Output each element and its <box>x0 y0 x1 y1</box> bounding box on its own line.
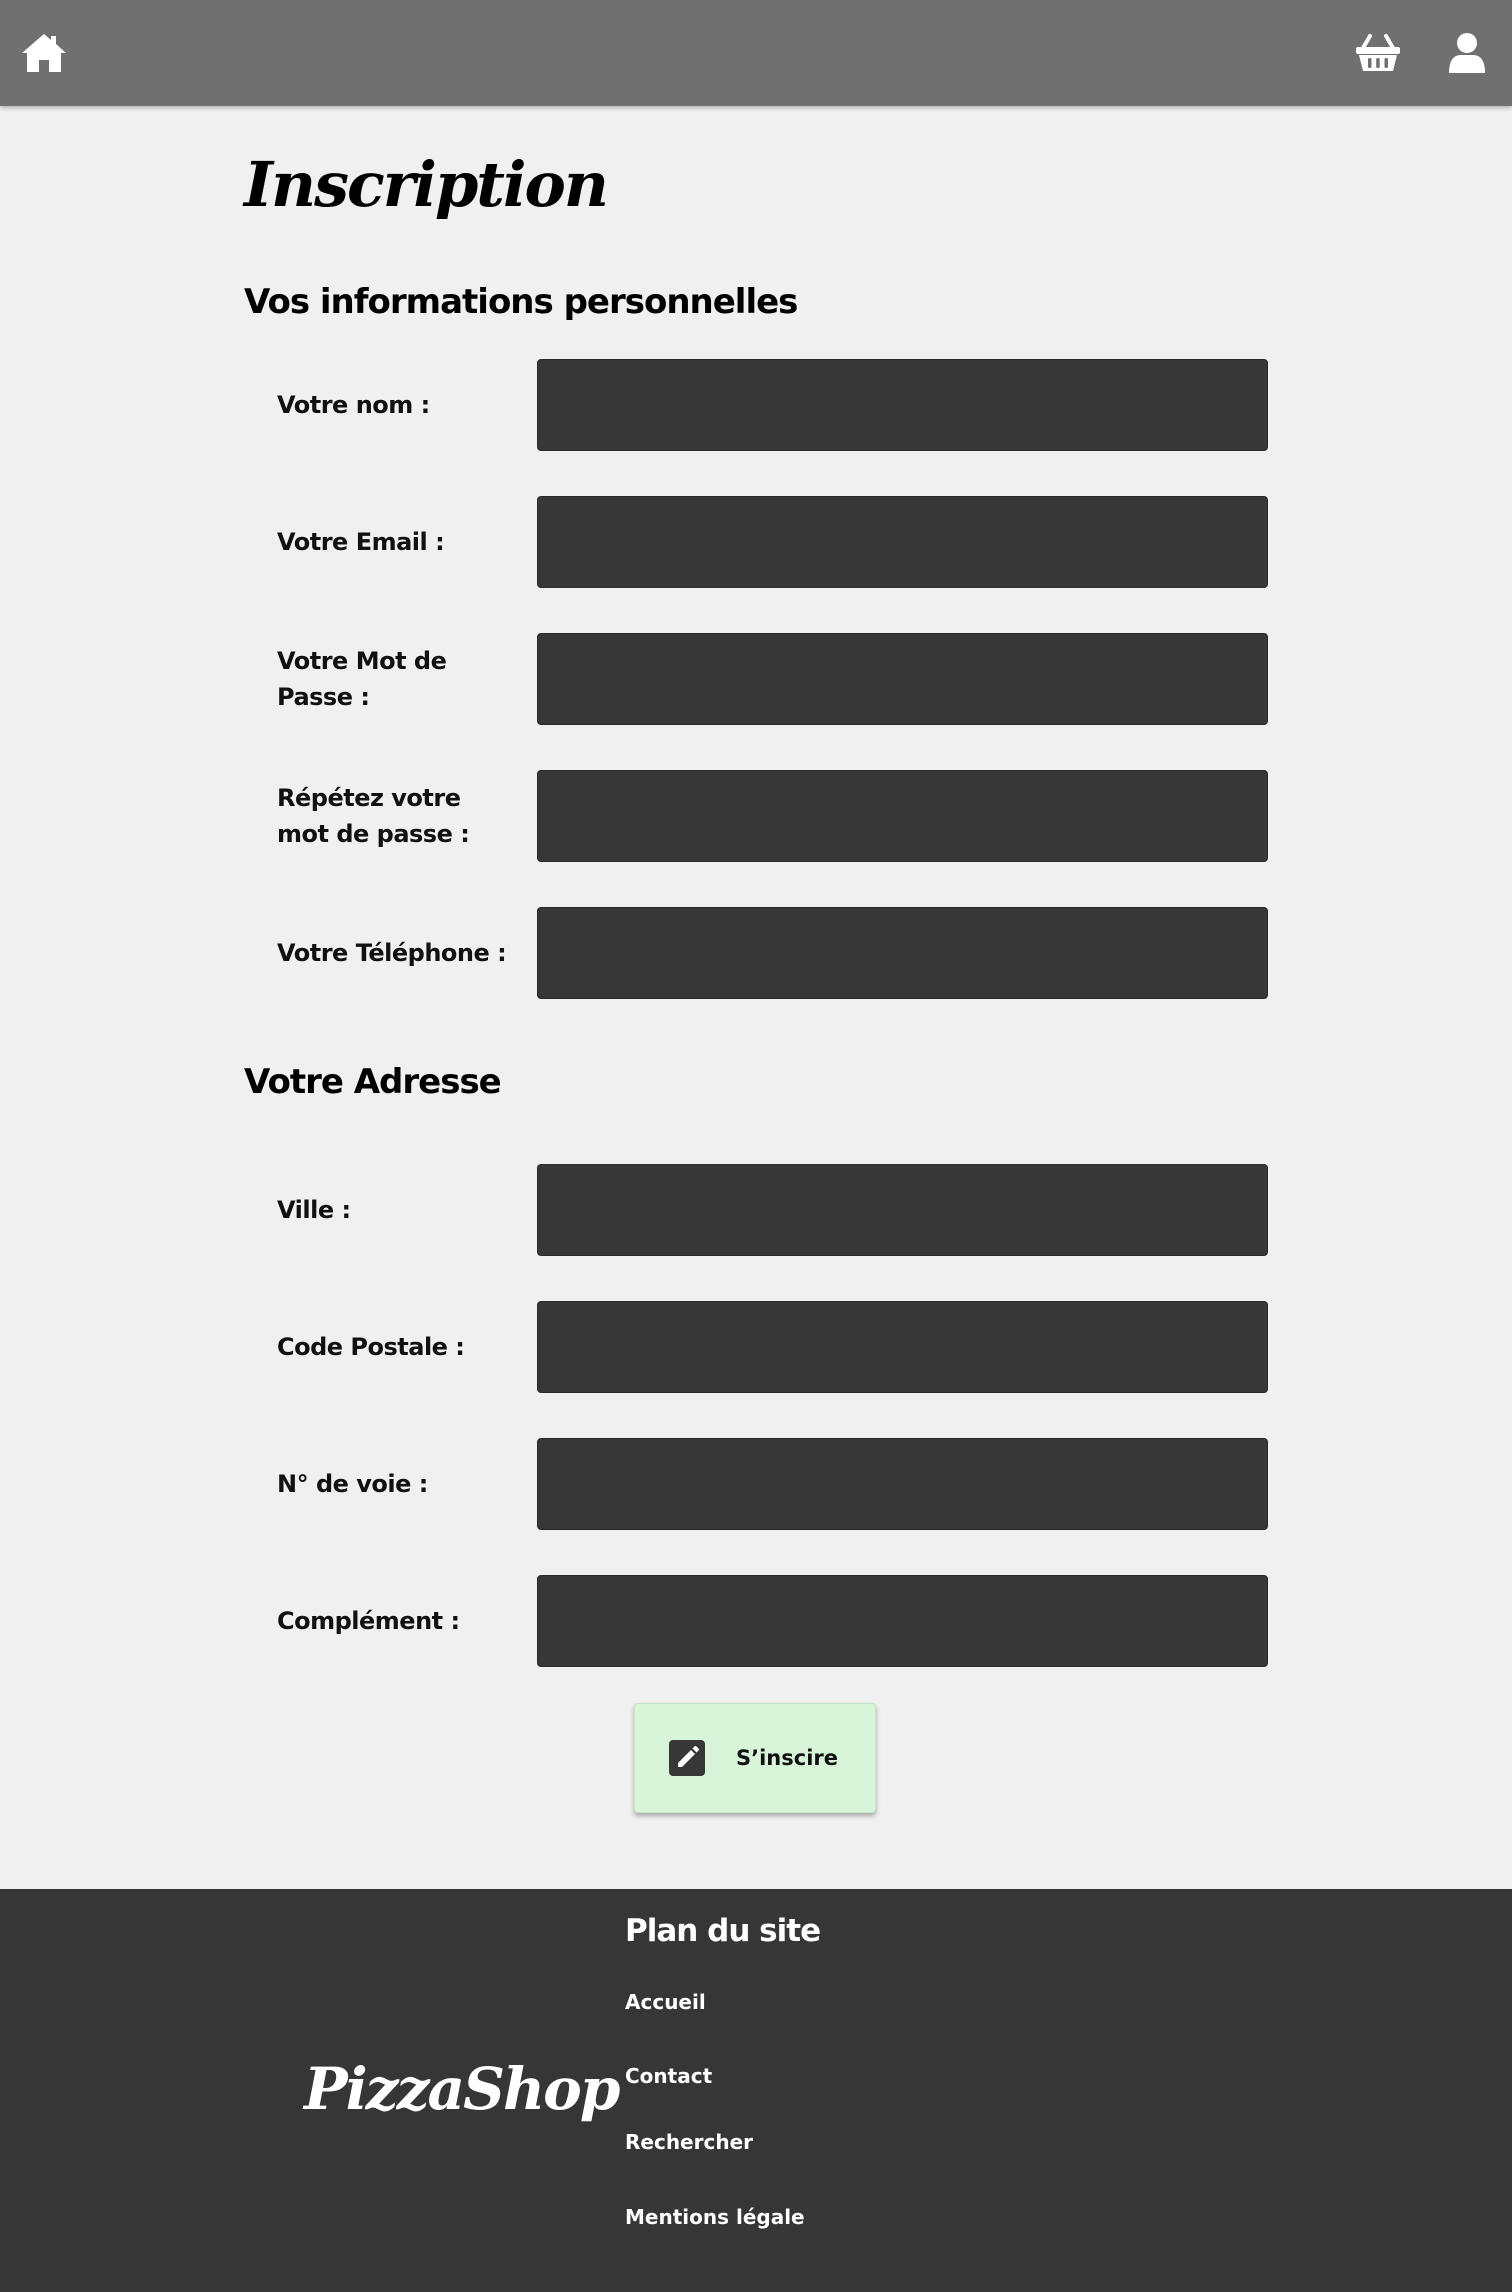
home-icon[interactable] <box>20 32 68 74</box>
complement-label: Complément : <box>277 1607 460 1635</box>
street-number-row: N° de voie : <box>244 1438 1268 1530</box>
password-confirm-label: Répétez votre mot de passe : <box>277 784 470 848</box>
page-title: Inscription <box>244 148 609 221</box>
city-row: Ville : <box>244 1164 1268 1256</box>
password-row: Votre Mot de Passe : <box>244 633 1268 725</box>
city-label: Ville : <box>277 1196 351 1224</box>
password-confirm-row: Répétez votre mot de passe : <box>244 770 1268 862</box>
name-label: Votre nom : <box>277 391 430 419</box>
postal-code-input[interactable] <box>537 1301 1268 1393</box>
register-button[interactable]: S’inscire <box>634 1703 876 1813</box>
email-label: Votre Email : <box>277 528 445 556</box>
name-row: Votre nom : <box>244 359 1268 451</box>
street-number-label: N° de voie : <box>277 1470 428 1498</box>
postal-code-row: Code Postale : <box>244 1301 1268 1393</box>
city-input[interactable] <box>537 1164 1268 1256</box>
email-input[interactable] <box>537 496 1268 588</box>
basket-icon[interactable] <box>1355 33 1401 73</box>
footer-link-accueil[interactable]: Accueil <box>625 1987 706 2017</box>
street-number-input[interactable] <box>537 1438 1268 1530</box>
phone-row: Votre Téléphone : <box>244 907 1268 999</box>
phone-input[interactable] <box>537 907 1268 999</box>
personal-info-section-title: Vos informations personnelles <box>244 282 798 322</box>
sitemap-title: Plan du site <box>625 1913 821 1949</box>
name-input[interactable] <box>537 359 1268 451</box>
email-row: Votre Email : <box>244 496 1268 588</box>
footer-link-contact[interactable]: Contact <box>625 2061 712 2091</box>
password-label: Votre Mot de Passe : <box>277 647 447 711</box>
register-button-label: S’inscire <box>736 1746 838 1770</box>
user-icon[interactable] <box>1448 32 1486 75</box>
password-input[interactable] <box>537 633 1268 725</box>
footer-logo: PizzaShop <box>304 2055 620 2123</box>
phone-label: Votre Téléphone : <box>277 939 507 967</box>
edit-icon <box>669 1740 705 1776</box>
footer-link-rechercher[interactable]: Rechercher <box>625 2127 753 2157</box>
footer-link-mentions-legales[interactable]: Mentions légale <box>625 2202 805 2232</box>
footer: PizzaShop Plan du site Accueil Contact R… <box>0 1889 1512 2292</box>
complement-row: Complément : <box>244 1575 1268 1667</box>
top-navigation-bar <box>0 0 1512 106</box>
complement-input[interactable] <box>537 1575 1268 1667</box>
postal-code-label: Code Postale : <box>277 1333 465 1361</box>
address-section-title: Votre Adresse <box>244 1062 502 1102</box>
password-confirm-input[interactable] <box>537 770 1268 862</box>
